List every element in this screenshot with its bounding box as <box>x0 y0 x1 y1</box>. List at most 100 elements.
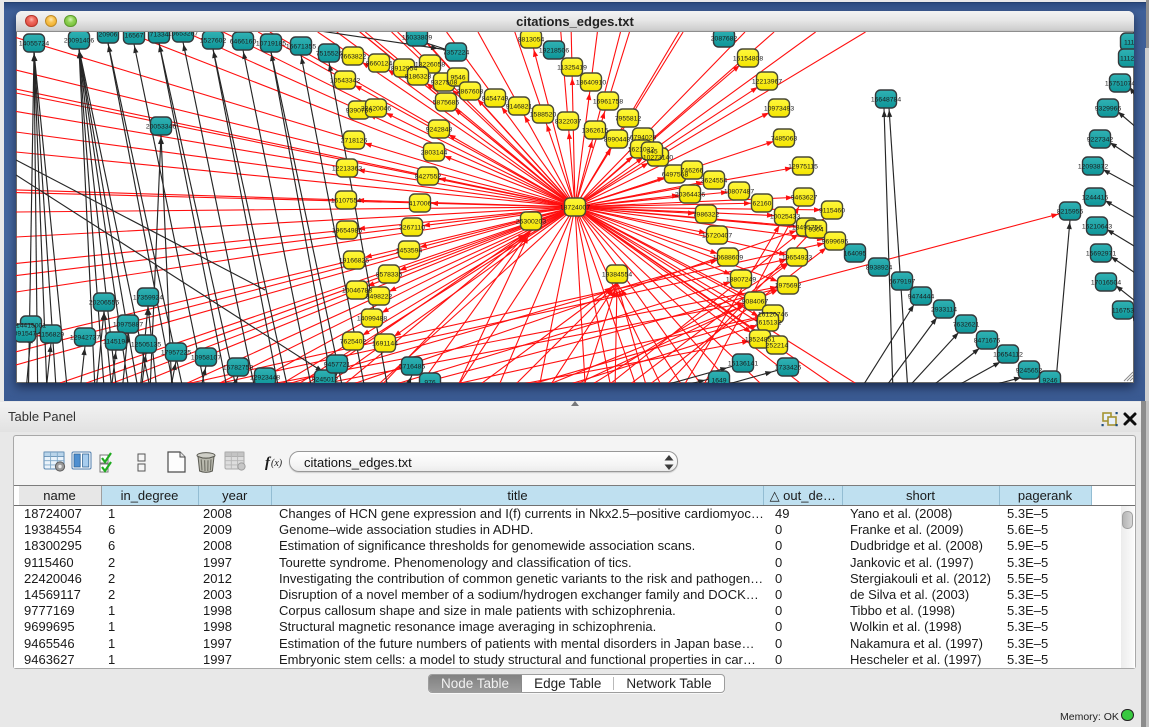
svg-text:9463627: 9463627 <box>791 195 818 202</box>
svg-text:8912954: 8912954 <box>391 66 418 73</box>
svg-text:5875685: 5875685 <box>433 100 460 107</box>
svg-text:12093872: 12093872 <box>1078 164 1108 171</box>
svg-text:1527602: 1527602 <box>200 38 227 45</box>
svg-text:10958107: 10958107 <box>191 355 221 362</box>
svg-text:10975887: 10975887 <box>113 322 143 329</box>
svg-text:10719185: 10719185 <box>256 41 286 48</box>
svg-text:(x): (x) <box>271 458 283 469</box>
svg-text:7955812: 7955812 <box>615 116 642 123</box>
svg-text:13226058: 13226058 <box>415 62 445 69</box>
svg-text:391547: 391547 <box>16 331 37 338</box>
svg-text:15751074: 15751074 <box>1105 81 1134 88</box>
svg-text:71334: 71334 <box>150 32 169 39</box>
svg-text:10973493: 10973493 <box>764 106 794 113</box>
svg-text:12975115: 12975115 <box>788 164 818 171</box>
svg-text:1244415: 1244415 <box>1082 195 1109 202</box>
svg-text:18807249: 18807249 <box>726 277 756 284</box>
svg-text:10653267: 10653267 <box>168 32 198 38</box>
svg-text:12213967: 12213967 <box>752 79 782 86</box>
svg-text:1733426: 1733426 <box>775 365 802 372</box>
svg-text:16567: 16567 <box>125 33 144 40</box>
svg-text:62160: 62160 <box>753 201 772 208</box>
svg-text:1691144: 1691144 <box>372 341 398 348</box>
svg-text:22420046: 22420046 <box>361 106 391 113</box>
svg-text:7663822: 7663822 <box>340 54 367 61</box>
svg-text:3498222: 3498222 <box>366 294 393 301</box>
svg-text:16120746: 16120746 <box>758 312 788 319</box>
svg-text:10273140: 10273140 <box>643 155 673 162</box>
svg-text:9242848: 9242848 <box>426 127 453 134</box>
svg-text:16671355: 16671355 <box>286 44 316 51</box>
svg-text:6794028: 6794028 <box>630 135 657 142</box>
svg-text:14055724: 14055724 <box>19 41 49 48</box>
svg-text:9304: 9304 <box>808 227 823 234</box>
svg-text:9699695: 9699695 <box>822 239 849 246</box>
svg-text:417006: 417006 <box>409 201 432 208</box>
svg-text:7625402: 7625402 <box>340 339 367 346</box>
svg-text:746266: 746266 <box>681 168 704 175</box>
svg-text:1113: 1113 <box>1124 40 1134 47</box>
svg-text:19654923: 19654923 <box>782 255 812 262</box>
svg-text:9245012: 9245012 <box>312 377 339 384</box>
svg-text:9546: 9546 <box>450 75 465 82</box>
svg-text:17359924: 17359924 <box>133 295 163 302</box>
svg-text:1362615: 1362615 <box>582 128 609 135</box>
svg-text:3624554: 3624554 <box>701 178 728 185</box>
svg-text:9329966: 9329966 <box>1095 106 1122 113</box>
svg-text:18640910: 18640910 <box>576 80 606 87</box>
svg-text:2718126: 2718126 <box>341 138 368 145</box>
svg-text:9457721: 9457721 <box>324 362 351 369</box>
svg-text:164095: 164095 <box>844 251 867 258</box>
svg-text:10654112: 10654112 <box>993 352 1023 359</box>
svg-text:11325419: 11325419 <box>557 65 587 72</box>
svg-text:8215955: 8215955 <box>1057 209 1084 216</box>
svg-text:10025433: 10025433 <box>770 214 800 221</box>
svg-text:19166825: 19166825 <box>339 258 369 265</box>
svg-text:976: 976 <box>424 380 436 384</box>
svg-text:2087682: 2087682 <box>711 36 738 43</box>
svg-text:9245652: 9245652 <box>1016 368 1043 375</box>
svg-text:16033809: 16033809 <box>402 35 432 42</box>
svg-text:8938924: 8938924 <box>866 265 893 272</box>
svg-text:9246: 9246 <box>1042 378 1057 384</box>
svg-text:252214: 252214 <box>766 343 789 350</box>
svg-text:19384554: 19384554 <box>602 272 632 279</box>
svg-text:20364436: 20364436 <box>675 192 705 199</box>
svg-text:6466160: 6466160 <box>230 39 257 46</box>
svg-text:8471676: 8471676 <box>974 338 1001 345</box>
svg-text:10807487: 10807487 <box>724 189 754 196</box>
svg-text:17016504: 17016504 <box>1091 280 1121 287</box>
svg-text:7357224: 7357224 <box>443 50 470 57</box>
svg-text:20091406: 20091406 <box>64 38 94 45</box>
svg-text:345: 345 <box>646 149 658 156</box>
svg-text:10543342: 10543342 <box>330 78 360 85</box>
svg-text:7632621: 7632621 <box>953 322 980 329</box>
svg-text:16648784: 16648784 <box>871 97 901 104</box>
svg-text:12213363: 12213363 <box>332 166 362 173</box>
svg-text:15720407: 15720407 <box>702 233 732 240</box>
svg-text:8990448: 8990448 <box>604 137 631 144</box>
svg-text:12923448: 12923448 <box>250 375 280 382</box>
svg-text:17957225: 17957225 <box>161 350 191 357</box>
svg-text:18724007: 18724007 <box>560 205 590 212</box>
svg-text:7515526: 7515526 <box>316 51 343 58</box>
svg-text:15136141: 15136141 <box>728 361 758 368</box>
svg-text:9115460: 9115460 <box>819 208 845 215</box>
svg-text:1588520: 1588520 <box>530 112 557 119</box>
svg-text:1145194: 1145194 <box>103 339 129 346</box>
svg-text:20906: 20906 <box>99 32 118 39</box>
svg-text:1453594: 1453594 <box>396 248 423 255</box>
svg-text:15692971: 15692971 <box>1086 251 1116 258</box>
svg-text:6679197: 6679197 <box>889 279 916 286</box>
svg-text:8186328: 8186328 <box>405 74 432 81</box>
svg-text:1615132: 1615132 <box>755 320 782 327</box>
svg-text:16782759: 16782759 <box>223 365 253 372</box>
svg-text:3716485: 3716485 <box>399 364 426 371</box>
svg-text:1156829: 1156829 <box>38 332 64 339</box>
svg-text:116753: 116753 <box>1112 308 1134 315</box>
svg-text:12942737: 12942737 <box>70 335 100 342</box>
svg-text:9474444: 9474444 <box>908 294 935 301</box>
svg-text:16961758: 16961758 <box>593 99 623 106</box>
svg-text:9227342: 9227342 <box>1087 137 1114 144</box>
svg-text:8660124: 8660124 <box>366 61 393 68</box>
